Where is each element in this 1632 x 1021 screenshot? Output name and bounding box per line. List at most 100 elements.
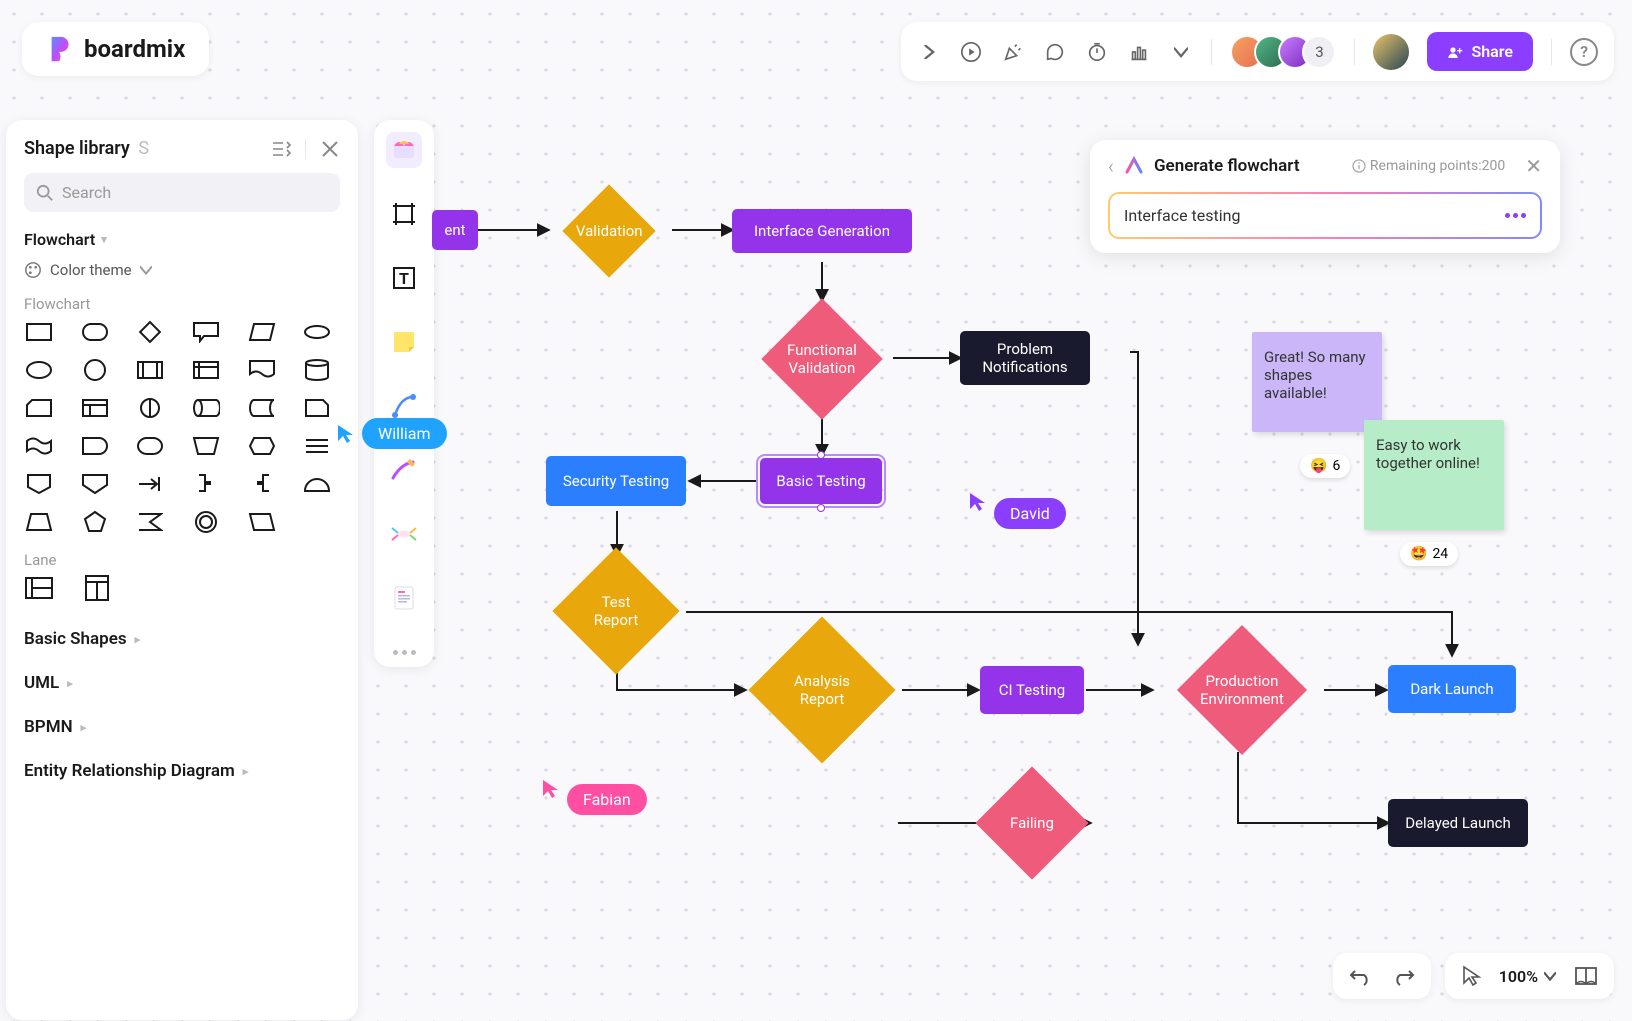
shape-sum[interactable] bbox=[135, 511, 165, 533]
logo[interactable]: boardmix bbox=[22, 22, 209, 76]
shape-internal-storage[interactable] bbox=[191, 359, 221, 381]
separator bbox=[1551, 39, 1552, 65]
dock-templates[interactable] bbox=[386, 132, 422, 168]
shape-trapezoid[interactable] bbox=[24, 511, 54, 533]
shape-card[interactable] bbox=[24, 397, 54, 419]
ai-prompt-input[interactable] bbox=[1124, 206, 1505, 225]
shape-connector[interactable] bbox=[135, 397, 165, 419]
ai-input-wrap[interactable] bbox=[1108, 192, 1542, 239]
shape-document[interactable] bbox=[247, 359, 277, 381]
chart-icon[interactable] bbox=[1127, 40, 1151, 64]
node-dark-launch[interactable]: Dark Launch bbox=[1388, 665, 1516, 713]
search-input[interactable] bbox=[24, 173, 340, 212]
celebrate-icon[interactable] bbox=[1001, 40, 1025, 64]
dock-frame[interactable] bbox=[386, 196, 422, 232]
ai-back-icon[interactable]: ‹ bbox=[1108, 154, 1114, 178]
chevron-down-icon bbox=[1544, 970, 1556, 982]
shape-stored-data[interactable] bbox=[247, 397, 277, 419]
shape-circle[interactable] bbox=[80, 359, 110, 381]
shape-lane-horizontal[interactable] bbox=[24, 577, 54, 599]
shape-bracket-right[interactable] bbox=[191, 473, 221, 495]
dock-text[interactable]: T bbox=[386, 260, 422, 296]
shape-para2[interactable] bbox=[247, 511, 277, 533]
node-security-test[interactable]: Security Testing bbox=[546, 456, 686, 506]
color-theme-selector[interactable]: Color theme bbox=[24, 261, 340, 279]
chevron-right-icon[interactable] bbox=[917, 40, 941, 64]
comment-icon[interactable] bbox=[1043, 40, 1067, 64]
dock-more[interactable] bbox=[393, 650, 416, 655]
shape-pentagon[interactable] bbox=[80, 511, 110, 533]
shape-parallelogram[interactable] bbox=[247, 321, 277, 343]
section-flowchart[interactable]: Flowchart▾ bbox=[24, 230, 340, 249]
shape-delay[interactable] bbox=[80, 435, 110, 457]
shape-blank[interactable] bbox=[302, 511, 332, 533]
shape-diamond[interactable] bbox=[135, 321, 165, 343]
node-problem-notif[interactable]: Problem Notifications bbox=[960, 331, 1090, 385]
node-edge[interactable]: ent bbox=[432, 210, 478, 250]
node-delayed-launch[interactable]: Delayed Launch bbox=[1388, 799, 1528, 847]
reaction-2[interactable]: 🤩24 bbox=[1400, 542, 1458, 566]
search-field[interactable] bbox=[24, 173, 340, 212]
category-bpmn[interactable]: BPMN▸ bbox=[24, 705, 340, 749]
shape-lane-vertical[interactable] bbox=[82, 577, 112, 599]
share-button[interactable]: Share bbox=[1427, 32, 1533, 71]
shape-double-circle[interactable] bbox=[191, 511, 221, 533]
filter-icon[interactable] bbox=[271, 139, 291, 159]
play-icon[interactable] bbox=[959, 40, 983, 64]
chevron-down-icon[interactable] bbox=[1169, 40, 1193, 64]
logo-text: boardmix bbox=[84, 35, 185, 63]
shape-direct-data[interactable] bbox=[191, 397, 221, 419]
help-icon[interactable]: ? bbox=[1570, 38, 1598, 66]
shape-table[interactable] bbox=[80, 397, 110, 419]
timer-icon[interactable] bbox=[1085, 40, 1109, 64]
avatar-overflow-count[interactable]: 3 bbox=[1302, 35, 1336, 69]
sticky-note-1[interactable]: Great! So many shapes available! bbox=[1252, 332, 1382, 432]
ai-close-icon[interactable]: ✕ bbox=[1525, 154, 1542, 178]
redo-icon[interactable] bbox=[1391, 965, 1415, 987]
node-interface-gen[interactable]: Interface Generation bbox=[732, 209, 912, 253]
dock-mindmap[interactable] bbox=[386, 516, 422, 552]
shape-menu-lines[interactable] bbox=[302, 435, 332, 457]
shape-terminator[interactable] bbox=[302, 321, 332, 343]
collaborator-avatars[interactable]: 3 bbox=[1230, 35, 1336, 69]
shape-capsule[interactable] bbox=[135, 435, 165, 457]
dock-document[interactable] bbox=[386, 580, 422, 616]
close-icon[interactable] bbox=[320, 139, 340, 159]
reaction-1[interactable]: 😝6 bbox=[1300, 454, 1350, 478]
dock-pen[interactable] bbox=[386, 452, 422, 488]
shape-bracket-left[interactable] bbox=[247, 473, 277, 495]
bottom-controls: 100% bbox=[1333, 953, 1614, 999]
logo-icon bbox=[46, 34, 76, 64]
shape-rounded-rect[interactable] bbox=[80, 321, 110, 343]
shape-tape[interactable] bbox=[24, 435, 54, 457]
shape-hexagon[interactable] bbox=[247, 435, 277, 457]
node-basic-test[interactable]: Basic Testing bbox=[760, 458, 882, 504]
shape-database[interactable] bbox=[302, 359, 332, 381]
category-erd[interactable]: Entity Relationship Diagram▸ bbox=[24, 749, 340, 793]
selection-handle[interactable] bbox=[817, 451, 825, 459]
shape-note[interactable] bbox=[302, 397, 332, 419]
zoom-level[interactable]: 100% bbox=[1499, 967, 1556, 986]
sticky-note-2[interactable]: Easy to work together online! bbox=[1364, 420, 1504, 530]
shape-rectangle[interactable] bbox=[24, 321, 54, 343]
dock-sticky[interactable] bbox=[386, 324, 422, 360]
flowchart-shapes-grid bbox=[24, 321, 340, 533]
category-uml[interactable]: UML▸ bbox=[24, 661, 340, 705]
minimap-icon[interactable] bbox=[1574, 965, 1598, 987]
shape-arrow-cross[interactable] bbox=[135, 473, 165, 495]
shape-predefined[interactable] bbox=[135, 359, 165, 381]
shape-callout[interactable] bbox=[191, 321, 221, 343]
shape-display[interactable] bbox=[80, 473, 110, 495]
pointer-icon[interactable] bbox=[1461, 965, 1481, 987]
category-basic-shapes[interactable]: Basic Shapes▸ bbox=[24, 617, 340, 661]
emoji-icon: 😝 bbox=[1310, 458, 1327, 474]
shape-offpage[interactable] bbox=[24, 473, 54, 495]
undo-icon[interactable] bbox=[1349, 965, 1373, 987]
node-ci-test[interactable]: CI Testing bbox=[980, 666, 1084, 714]
ai-points-info: Remaining points:200 bbox=[1352, 158, 1505, 174]
shape-semicircle[interactable] bbox=[302, 473, 332, 495]
shape-ellipse[interactable] bbox=[24, 359, 54, 381]
current-user-avatar[interactable] bbox=[1373, 34, 1409, 70]
shape-manual-op[interactable] bbox=[191, 435, 221, 457]
selection-handle[interactable] bbox=[817, 504, 825, 512]
